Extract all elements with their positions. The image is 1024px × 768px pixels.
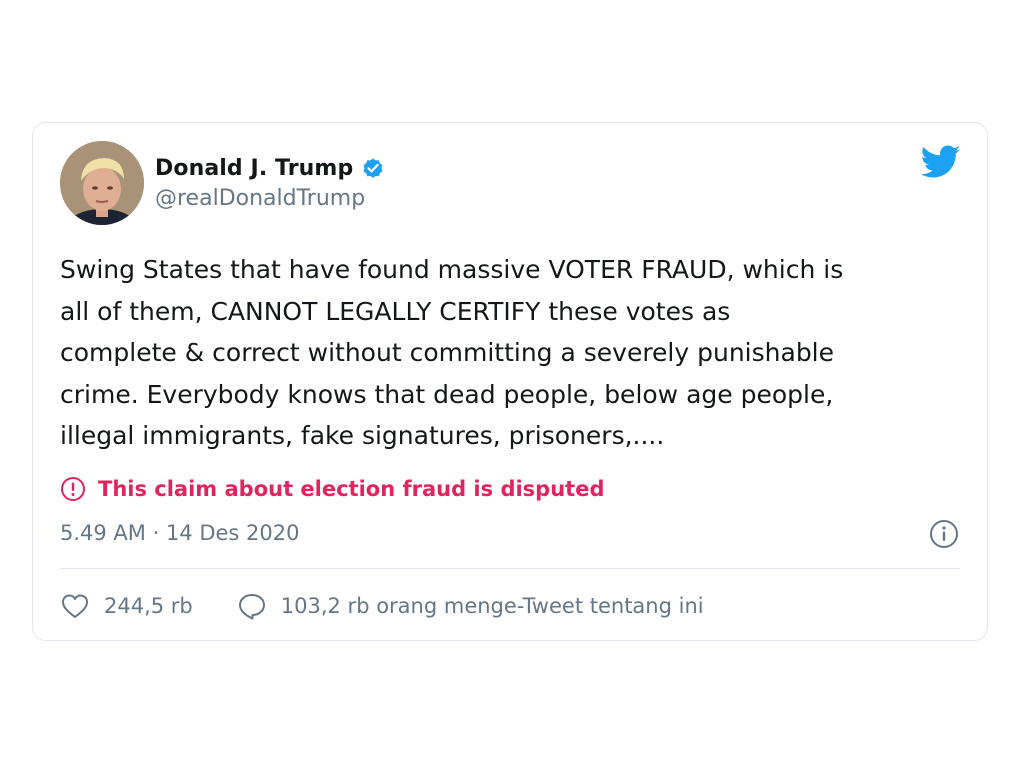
disputed-claim-notice[interactable]: This claim about election fraud is dispu… — [60, 474, 604, 504]
twitter-bird-icon[interactable] — [921, 145, 961, 179]
author-handle[interactable]: @realDonaldTrump — [155, 186, 365, 211]
exclamation-circle-icon — [60, 476, 86, 502]
tweet-card[interactable]: Donald J. Trump @realDonaldTrump Swing S… — [32, 122, 988, 641]
verified-badge-icon — [361, 156, 385, 180]
disputed-claim-text[interactable]: This claim about election fraud is dispu… — [98, 477, 604, 501]
like-count: 244,5 rb — [104, 594, 193, 618]
conversation-button[interactable]: 103,2 rb orang menge-Tweet tentang ini — [237, 591, 704, 621]
author-name-row: Donald J. Trump — [155, 153, 385, 183]
divider — [60, 568, 960, 569]
info-icon[interactable] — [929, 519, 959, 549]
conversation-text: 103,2 rb orang menge-Tweet tentang ini — [280, 594, 704, 618]
tweet-actions: 244,5 rb 103,2 rb orang menge-Tweet tent… — [60, 590, 704, 622]
heart-icon — [60, 592, 90, 620]
tweet-text: Swing States that have found massive VOT… — [60, 255, 844, 450]
like-button[interactable]: 244,5 rb — [60, 592, 193, 620]
avatar-photo-icon — [60, 141, 144, 225]
tweet-timestamp[interactable]: 5.49 AM · 14 Des 2020 — [60, 521, 300, 545]
speech-bubble-icon — [237, 591, 267, 621]
author-display-name[interactable]: Donald J. Trump — [155, 156, 353, 181]
author-avatar[interactable] — [60, 141, 144, 225]
